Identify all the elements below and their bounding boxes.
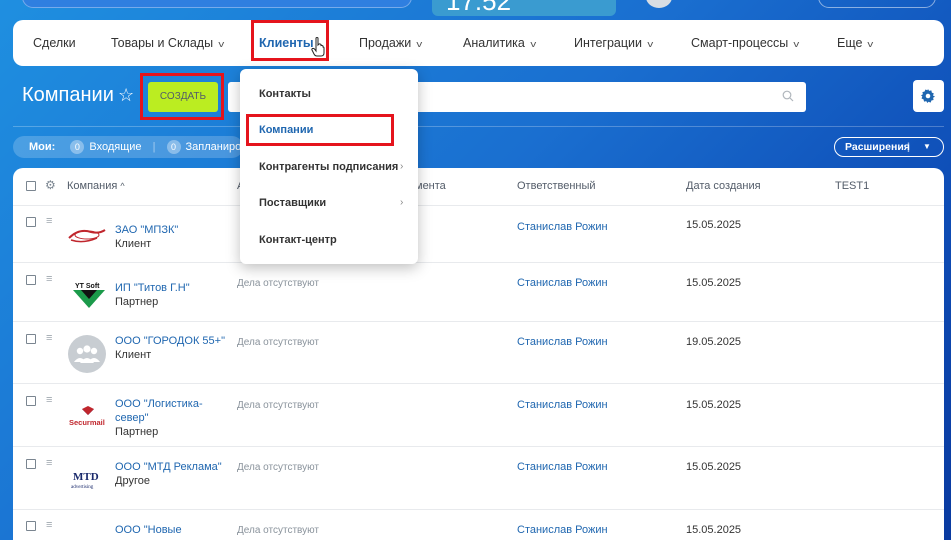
- counters-bar: Мои: 0 Входящие | 0 Запланиро: [13, 136, 243, 158]
- ytsoft-logo: YT Soft: [73, 283, 105, 308]
- activity-status: Дела отсутствуют: [237, 278, 319, 289]
- extensions-button[interactable]: Расширения | ▼: [834, 137, 944, 157]
- counter-incoming[interactable]: 0 Входящие: [70, 140, 142, 154]
- column-header-date[interactable]: Дата создания: [686, 168, 761, 205]
- user-avatar[interactable]: [646, 0, 672, 8]
- drag-handle-icon[interactable]: ≡: [46, 519, 56, 531]
- nav-item-sales[interactable]: Продажи v: [359, 20, 422, 66]
- hand-cursor-icon: [311, 37, 325, 57]
- mtd-logo-text: MTD: [73, 471, 99, 483]
- gear-icon[interactable]: ⚙: [45, 178, 56, 192]
- securmail-logo-text: Securmail: [69, 418, 105, 427]
- row-checkbox[interactable]: [26, 334, 36, 344]
- company-type: Партнер: [115, 296, 159, 308]
- menu-item-contacts[interactable]: Контакты: [259, 88, 311, 100]
- company-name-link[interactable]: ООО "МТД Реклама": [115, 461, 222, 473]
- company-type: Партнер: [115, 426, 159, 438]
- activity-status: Дела отсутствуют: [237, 337, 319, 348]
- mtd-logo-subtext: advertising: [71, 485, 94, 490]
- column-header-comment[interactable]: мента: [415, 168, 446, 205]
- chevron-down-icon: v: [793, 39, 800, 49]
- global-search[interactable]: [22, 0, 412, 8]
- chevron-down-icon: ▼: [923, 142, 931, 151]
- drag-handle-icon[interactable]: ≡: [46, 273, 56, 285]
- company-name-link[interactable]: ИП "Титов Г.Н": [115, 282, 190, 294]
- company-name-link[interactable]: ЗАО "МПЗК": [115, 224, 178, 236]
- row-checkbox[interactable]: [26, 217, 36, 227]
- nav-item-products[interactable]: Товары и Склады v: [111, 20, 224, 66]
- company-type: Клиент: [115, 238, 152, 250]
- column-header-test1[interactable]: TEST1: [835, 168, 869, 205]
- company-type: Клиент: [115, 349, 152, 361]
- responsible-link[interactable]: Станислав Рожин: [517, 335, 608, 349]
- activity-status: Дела отсутствуют: [237, 462, 319, 473]
- chevron-down-icon: v: [416, 39, 423, 49]
- chevron-down-icon: v: [218, 39, 225, 49]
- drag-handle-icon[interactable]: ≡: [46, 457, 56, 469]
- row-checkbox[interactable]: [26, 459, 36, 469]
- nav-item-deals[interactable]: Сделки: [33, 20, 76, 66]
- activity-status: Дела отсутствуют: [237, 400, 319, 411]
- responsible-link[interactable]: Станислав Рожин: [517, 276, 608, 290]
- nav-item-clients[interactable]: Клиенты: [259, 20, 314, 66]
- companies-table: ⚙ Компания ^ А мента Ответственный Дата …: [13, 168, 944, 540]
- clients-dropdown-menu: Контакты Компании Контрагенты подписания…: [240, 69, 418, 264]
- chevron-right-icon: ›: [400, 161, 404, 172]
- company-name-link[interactable]: ООО "Новые: [115, 524, 182, 536]
- securmail-logo: Securmail: [69, 406, 105, 427]
- drag-handle-icon[interactable]: ≡: [46, 394, 56, 406]
- responsible-link[interactable]: Станислав Рожин: [517, 220, 608, 234]
- drag-handle-icon[interactable]: ≡: [46, 215, 56, 227]
- clock-widget[interactable]: 17:52: [432, 0, 616, 16]
- company-type: Другое: [115, 475, 150, 487]
- top-bar: 17:52: [0, 0, 951, 16]
- company-placeholder-icon: [68, 335, 106, 373]
- chevron-down-icon: v: [867, 39, 874, 49]
- search-icon[interactable]: [782, 90, 794, 102]
- date-created: 15.05.2025: [686, 524, 742, 536]
- responsible-link[interactable]: Станислав Рожин: [517, 460, 608, 474]
- responsible-link[interactable]: Станислав Рожин: [517, 398, 608, 412]
- date-created: 15.05.2025: [686, 399, 742, 411]
- select-all-checkbox[interactable]: [26, 181, 36, 191]
- mtd-logo: MTD advertising: [71, 471, 99, 490]
- date-created: 15.05.2025: [686, 219, 742, 231]
- mpzk-logo: [68, 229, 106, 243]
- menu-item-companies[interactable]: Компании: [259, 124, 313, 136]
- company-name-link[interactable]: ООО "ГОРОДОК 55+": [115, 335, 225, 347]
- nav-item-analytics[interactable]: Аналитика v: [463, 20, 537, 66]
- nav-item-smart-processes[interactable]: Смарт-процессы v: [691, 20, 799, 66]
- create-button[interactable]: создать: [148, 82, 218, 112]
- menu-item-signing-counterparties[interactable]: Контрагенты подписания: [259, 161, 398, 173]
- activity-status: Дела отсутствуют: [237, 525, 319, 536]
- nav-item-integrations[interactable]: Интеграции v: [574, 20, 653, 66]
- ytsoft-logo-text: YT Soft: [75, 283, 100, 290]
- column-header-company[interactable]: Компания ^: [67, 168, 125, 205]
- column-header-responsible[interactable]: Ответственный: [517, 168, 596, 205]
- counter-planned[interactable]: 0 Запланиро: [166, 140, 241, 154]
- menu-item-suppliers[interactable]: Поставщики: [259, 197, 326, 209]
- date-created: 19.05.2025: [686, 336, 742, 348]
- nav-item-more[interactable]: Еще v: [837, 20, 874, 66]
- date-created: 15.05.2025: [686, 277, 742, 289]
- counters-label: Мои:: [29, 141, 56, 153]
- settings-button[interactable]: [913, 80, 944, 112]
- page-title: Компании: [22, 84, 114, 106]
- chevron-down-icon: v: [530, 39, 537, 49]
- company-name-link[interactable]: ООО "Логистика-север": [115, 398, 203, 424]
- gear-icon: [921, 89, 935, 103]
- star-icon[interactable]: ☆: [118, 85, 134, 106]
- date-created: 15.05.2025: [686, 461, 742, 473]
- chevron-right-icon: ›: [400, 197, 404, 208]
- row-checkbox[interactable]: [26, 396, 36, 406]
- responsible-link[interactable]: Станислав Рожин: [517, 523, 608, 537]
- chevron-down-icon: v: [647, 39, 654, 49]
- row-checkbox[interactable]: [26, 521, 36, 531]
- drag-handle-icon[interactable]: ≡: [46, 332, 56, 344]
- row-checkbox[interactable]: [26, 275, 36, 285]
- menu-item-contact-center[interactable]: Контакт-центр: [259, 234, 337, 246]
- main-nav: Сделки Товары и Склады v Клиенты Продажи v…: [13, 20, 944, 66]
- divider: [13, 126, 944, 127]
- top-right-button[interactable]: [818, 0, 936, 8]
